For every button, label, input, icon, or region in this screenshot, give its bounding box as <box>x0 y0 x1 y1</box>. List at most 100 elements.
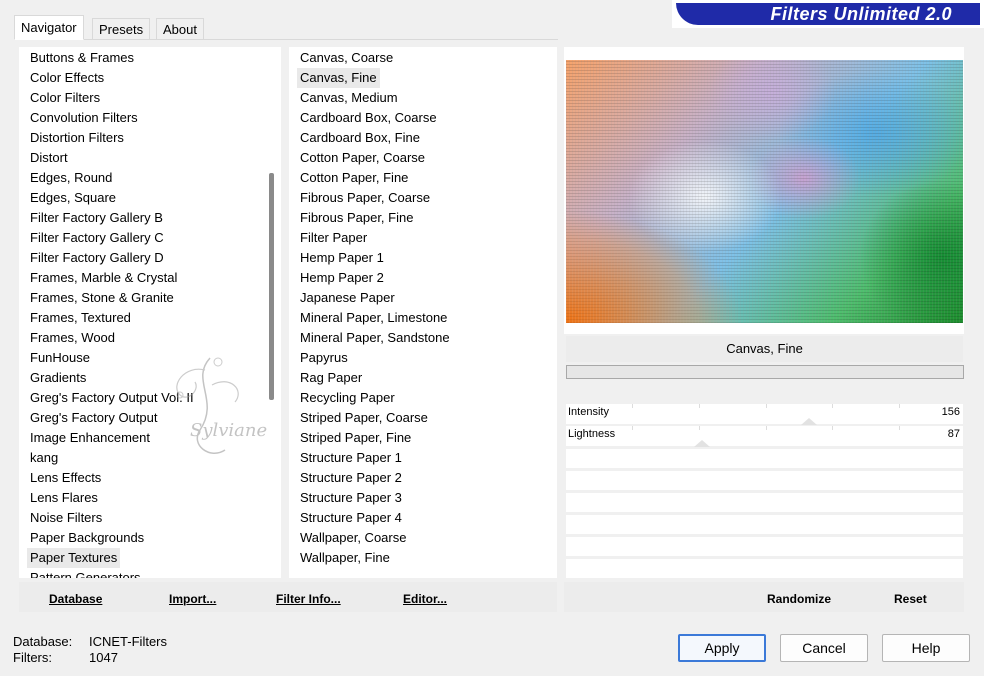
filter-list-item[interactable]: Wallpaper, Coarse <box>297 528 409 548</box>
slider-tick <box>632 404 633 408</box>
filter-list-item[interactable]: Cardboard Box, Fine <box>297 128 423 148</box>
filter-list-item[interactable]: Mineral Paper, Sandstone <box>297 328 453 348</box>
empty-slider-slot <box>566 493 963 512</box>
selected-filter-name: Canvas, Fine <box>566 336 963 362</box>
filter-list[interactable]: Canvas, Coarse Canvas, Fine Canvas, Medium… <box>289 47 557 578</box>
empty-slider-slot <box>566 559 963 578</box>
filter-list-item[interactable]: Canvas, Medium <box>297 88 401 108</box>
filter-list-item[interactable]: Fibrous Paper, Coarse <box>297 188 433 208</box>
filter-list-item[interactable]: Cardboard Box, Coarse <box>297 108 440 128</box>
filter-list-item[interactable]: Structure Paper 4 <box>297 508 405 528</box>
slider-tick <box>632 426 633 430</box>
lightness-value: 87 <box>947 428 960 440</box>
reset-button[interactable]: Reset <box>894 592 927 606</box>
category-scrollbar[interactable] <box>265 47 281 578</box>
category-list-item[interactable]: Edges, Square <box>27 188 119 208</box>
lightness-slider[interactable]: Lightness 87 <box>566 426 963 447</box>
category-list-item[interactable]: Pattern Generators <box>27 568 144 578</box>
category-list-item[interactable]: Frames, Wood <box>27 328 118 348</box>
category-list-item[interactable]: Convolution Filters <box>27 108 141 128</box>
tab-about[interactable]: About <box>156 18 204 39</box>
intensity-value: 156 <box>941 406 960 418</box>
editor-button[interactable]: Editor... <box>403 592 447 606</box>
category-list-item[interactable]: Paper Backgrounds <box>27 528 147 548</box>
help-button[interactable]: Help <box>882 634 970 662</box>
filter-list-item[interactable]: Striped Paper, Coarse <box>297 408 431 428</box>
category-list-item[interactable]: kang <box>27 448 61 468</box>
import-button[interactable]: Import... <box>169 592 216 606</box>
filter-list-item[interactable]: Japanese Paper <box>297 288 398 308</box>
intensity-label: Intensity <box>568 406 609 418</box>
filter-list-item[interactable]: Cotton Paper, Coarse <box>297 148 428 168</box>
tab-presets[interactable]: Presets <box>92 18 151 39</box>
svg-text:Sylviane: Sylviane <box>190 420 267 441</box>
filter-list-item[interactable]: Structure Paper 2 <box>297 468 405 488</box>
category-list-item[interactable]: Frames, Textured <box>27 308 134 328</box>
slider-tick <box>899 404 900 408</box>
slider-tick <box>832 426 833 430</box>
category-list-item[interactable]: Color Effects <box>27 68 107 88</box>
filter-list-item[interactable]: Rag Paper <box>297 368 365 388</box>
filter-list-item[interactable]: Structure Paper 3 <box>297 488 405 508</box>
empty-slider-slot <box>566 471 963 490</box>
filter-list-item[interactable]: Hemp Paper 1 <box>297 248 387 268</box>
filter-list-item[interactable]: Fibrous Paper, Fine <box>297 208 416 228</box>
empty-slider-slot <box>566 515 963 534</box>
filters-label: Filters: <box>13 650 52 665</box>
progress-bar <box>566 365 964 379</box>
filter-list-item[interactable]: Structure Paper 1 <box>297 448 405 468</box>
lightness-label: Lightness <box>568 428 616 440</box>
tab-strip-line <box>14 39 558 40</box>
filter-list-item[interactable]: Recycling Paper <box>297 388 398 408</box>
category-list-item[interactable]: Filter Factory Gallery B <box>27 208 166 228</box>
tab-navigator[interactable]: Navigator <box>14 15 84 40</box>
apply-button[interactable]: Apply <box>678 634 766 662</box>
database-button[interactable]: Database <box>49 592 102 606</box>
filter-list-item[interactable]: Cotton Paper, Fine <box>297 168 411 188</box>
intensity-slider[interactable]: Intensity 156 <box>566 404 963 425</box>
category-list-item[interactable]: Filter Factory Gallery D <box>27 248 167 268</box>
category-list-item[interactable]: Color Filters <box>27 88 103 108</box>
cancel-button[interactable]: Cancel <box>780 634 868 662</box>
preview-texture-overlay <box>566 60 963 323</box>
slider-tick <box>699 426 700 430</box>
filter-list-item[interactable]: Wallpaper, Fine <box>297 548 393 568</box>
randomize-button[interactable]: Randomize <box>767 592 831 606</box>
intensity-slider-thumb[interactable] <box>801 418 817 425</box>
category-list-item[interactable]: Distortion Filters <box>27 128 127 148</box>
filter-list-item[interactable]: Papyrus <box>297 348 351 368</box>
category-list-item[interactable]: Lens Effects <box>27 468 104 488</box>
filter-list-item[interactable]: Filter Paper <box>297 228 370 248</box>
app-title: Filters Unlimited 2.0 <box>770 4 952 24</box>
filters-count: 1047 <box>89 650 118 665</box>
filter-info-button[interactable]: Filter Info... <box>276 592 341 606</box>
filter-list-item[interactable]: Canvas, Fine <box>297 68 380 88</box>
category-list-item[interactable]: Filter Factory Gallery C <box>27 228 167 248</box>
filter-list-item[interactable]: Hemp Paper 2 <box>297 268 387 288</box>
slider-tick <box>699 404 700 408</box>
database-label: Database: <box>13 634 73 649</box>
watermark-logo: Sylviane <box>176 357 267 454</box>
category-list-item[interactable]: Noise Filters <box>27 508 105 528</box>
category-list-item[interactable]: Greg's Factory Output <box>27 408 160 428</box>
category-list-item[interactable]: Gradients <box>27 368 89 388</box>
category-list-item[interactable]: Frames, Marble & Crystal <box>27 268 180 288</box>
category-list-item[interactable]: Lens Flares <box>27 488 101 508</box>
category-list-item[interactable]: Edges, Round <box>27 168 115 188</box>
filter-list-item[interactable]: Canvas, Coarse <box>297 48 396 68</box>
database-value: ICNET-Filters <box>89 634 167 649</box>
category-list-item[interactable]: FunHouse <box>27 348 93 368</box>
lightness-slider-thumb[interactable] <box>694 440 710 447</box>
slider-tick <box>899 426 900 430</box>
slider-tick <box>832 404 833 408</box>
category-list-item[interactable]: Frames, Stone & Granite <box>27 288 177 308</box>
category-list[interactable]: Buttons & Frames Color Effects Color Filte… <box>19 47 281 578</box>
category-list-item[interactable]: Image Enhancement <box>27 428 153 448</box>
filter-list-item[interactable]: Striped Paper, Fine <box>297 428 414 448</box>
category-list-item[interactable]: Distort <box>27 148 71 168</box>
empty-slider-slot <box>566 537 963 556</box>
category-list-item[interactable]: Buttons & Frames <box>27 48 137 68</box>
slider-tick <box>766 404 767 408</box>
category-list-item[interactable]: Paper Textures <box>27 548 121 568</box>
filter-list-item[interactable]: Mineral Paper, Limestone <box>297 308 450 328</box>
